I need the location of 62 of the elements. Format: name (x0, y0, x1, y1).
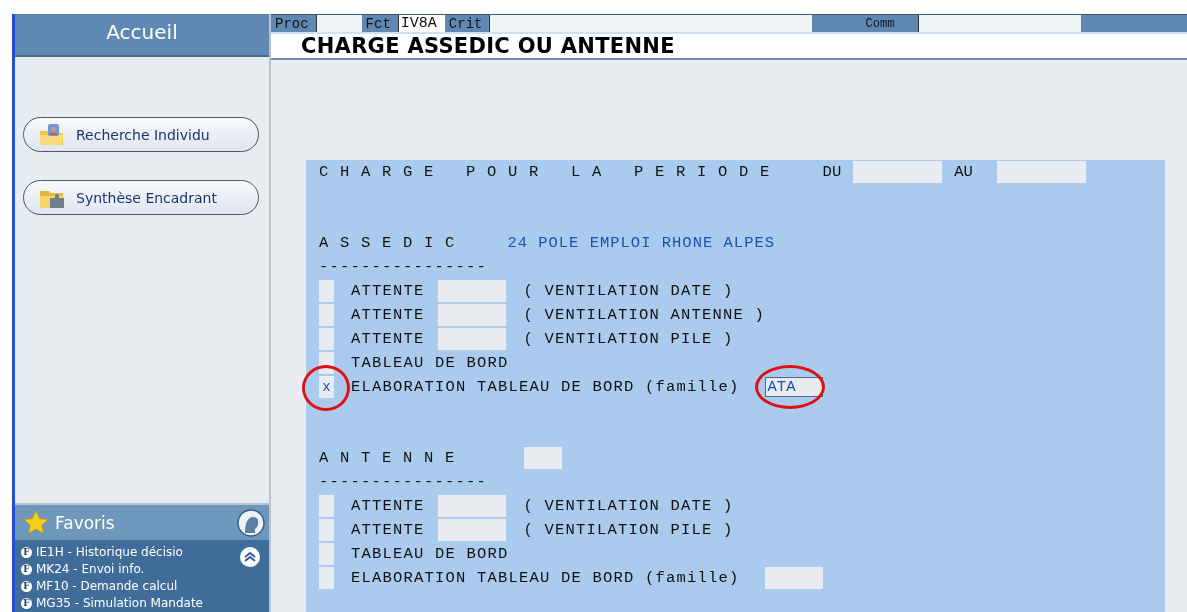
row-note: ( VENTILATION PILE ) (523, 521, 734, 539)
row-note: ( VENTILATION DATE ) (523, 497, 734, 515)
field-label: Comm (864, 15, 896, 32)
row-note: ( VENTILATION ANTENNE ) (523, 306, 766, 324)
section-title: A N T E N N E (319, 449, 456, 467)
star-icon (23, 509, 49, 536)
select-field[interactable] (319, 328, 334, 350)
row-label: ELABORATION TABLEAU DE BORD (famille) (351, 378, 740, 396)
field-label: Proc (274, 15, 310, 32)
org-name: POLE EMPLOI RHONE ALPES (538, 234, 776, 252)
sidebar-title: Accueil (106, 19, 178, 44)
org-code: 24 (507, 234, 529, 252)
section-rule: ---------------- (319, 473, 488, 491)
collapse-icon[interactable] (239, 546, 261, 568)
to-label: AU (953, 163, 974, 181)
toolbar-field[interactable] (315, 15, 362, 32)
row-label: ATTENTE (351, 521, 425, 539)
select-field[interactable] (319, 280, 334, 302)
select-field[interactable] (319, 519, 334, 541)
page-title: CHARGE ASSEDIC OU ANTENNE (301, 34, 675, 58)
to-field[interactable] (996, 161, 1086, 183)
favorites-title: Favoris (55, 512, 116, 533)
from-field[interactable] (853, 161, 943, 183)
input-field[interactable] (437, 328, 506, 350)
antenne-field[interactable] (523, 447, 562, 469)
field-label: Crit (447, 15, 484, 32)
from-label: DU (822, 163, 842, 181)
section-title: A S S E D I C (319, 234, 456, 252)
section-rule: ---------------- (319, 258, 488, 276)
row-note: ( VENTILATION PILE ) (523, 330, 734, 348)
input-field[interactable] (437, 304, 506, 326)
select-field[interactable]: x (319, 376, 334, 398)
select-field[interactable] (319, 567, 334, 589)
nav-button[interactable]: Synthèse Encadrant (23, 180, 259, 215)
input-field[interactable] (437, 519, 506, 541)
family-field[interactable]: ATA (764, 377, 823, 397)
row-label: TABLEAU DE BORD (351, 545, 509, 563)
nav-button[interactable]: Recherche Individu (23, 117, 259, 152)
avatar-icon[interactable] (237, 508, 265, 537)
favorite-link[interactable]: F MG35 - Simulation Mandate (21, 595, 239, 612)
row-label: ATTENTE (351, 306, 425, 324)
row-note: ( VENTILATION DATE ) (523, 282, 734, 300)
field-label: Fct (364, 15, 392, 32)
select-field[interactable] (319, 495, 334, 517)
row-label: ATTENTE (351, 497, 425, 515)
row-label: ATTENTE (351, 282, 425, 300)
toolbar-field[interactable]: IV8A (397, 15, 445, 32)
row-label: ELABORATION TABLEAU DE BORD (famille) (351, 569, 740, 587)
toolbar-field[interactable] (489, 15, 813, 32)
period-label: C H A R G E P O U R L A P E R I O D E (319, 163, 771, 181)
favorite-link[interactable]: F IE1H - Historique décisio (21, 544, 239, 561)
family-field[interactable] (764, 567, 823, 589)
row-label: TABLEAU DE BORD (351, 354, 509, 372)
favorite-link[interactable]: F MF10 - Demande calcul (21, 578, 239, 595)
person-folder-icon (38, 122, 66, 147)
row-label: ATTENTE (351, 330, 425, 348)
favorite-link[interactable]: F MK24 - Envoi info. (21, 561, 239, 578)
toolbar-field[interactable] (918, 15, 1081, 32)
select-field[interactable] (319, 304, 334, 326)
input-field[interactable] (437, 280, 506, 302)
input-field[interactable] (437, 495, 506, 517)
select-field[interactable] (319, 543, 334, 565)
